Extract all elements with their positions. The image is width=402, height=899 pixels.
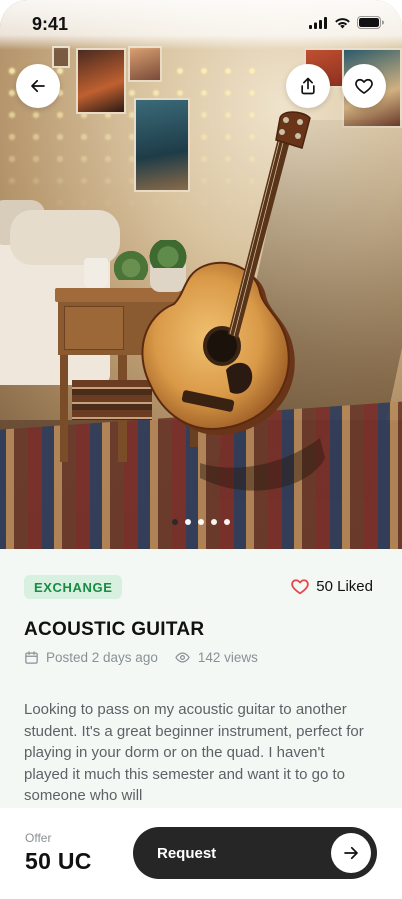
bottom-action-bar: Offer 50 UC Request [0,808,402,899]
liked-count-label: 50 Liked [316,577,373,595]
arrow-left-icon [31,79,45,93]
carousel-dot[interactable] [172,519,178,525]
offer-label: Offer [25,831,52,845]
battery-icon [357,16,384,29]
view-count: 142 views [197,650,258,665]
hero-image[interactable] [0,0,402,549]
back-button[interactable] [16,64,60,108]
share-button[interactable] [286,64,330,108]
listing-details: EXCHANGE 50 Liked ACOUSTIC GUITAR Posted… [0,549,402,809]
posted-date: Posted 2 days ago [46,650,158,665]
arrow-right-icon [344,846,358,860]
share-icon [301,77,315,95]
listing-meta: Posted 2 days ago 142 views [24,650,258,665]
listing-title: ACOUSTIC GUITAR [24,619,205,640]
heart-icon [291,579,310,595]
listing-type-badge: EXCHANGE [24,575,123,599]
cellular-signal-icon [309,16,327,29]
request-button-label: Request [157,844,217,862]
eye-icon [175,652,190,663]
guitar-illustration [141,111,325,491]
offer-price: 50 UC [25,848,92,874]
carousel-indicator [0,519,402,529]
status-bar: 9:41 [0,0,402,50]
liked-count[interactable]: 50 Liked [290,577,373,595]
status-time: 9:41 [32,14,69,34]
calendar-icon [25,651,38,664]
request-button[interactable]: Request [133,827,377,879]
carousel-dot[interactable] [224,519,230,525]
favorite-button[interactable] [342,64,386,108]
carousel-dot[interactable] [198,519,204,525]
carousel-dot[interactable] [185,519,191,525]
wifi-icon [335,17,350,28]
carousel-dot[interactable] [211,519,217,525]
listing-description: Looking to pass on my acoustic guitar to… [24,701,364,804]
heart-icon [355,78,373,94]
